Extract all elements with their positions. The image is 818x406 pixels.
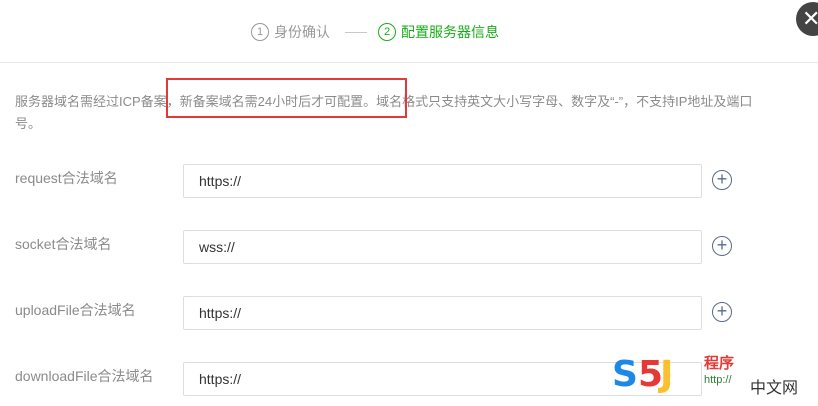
plus-icon: + <box>716 169 728 189</box>
watermark-letter: S <box>612 354 638 395</box>
add-request-domain-button[interactable]: + <box>712 170 732 190</box>
step-number-2-icon: 2 <box>378 23 396 41</box>
step-number-1-icon: 1 <box>251 23 269 41</box>
plus-icon: + <box>716 301 728 321</box>
uploadfile-domain-input[interactable]: https:// <box>183 296 702 330</box>
watermark-text: 程序 <box>704 355 735 372</box>
watermark-text: 中文网 <box>750 380 799 397</box>
watermark-logo: S 5 J 程序 http:// 中文网 <box>612 352 812 402</box>
watermark-letter: J <box>660 354 674 395</box>
step-label: 配置服务器信息 <box>401 24 499 40</box>
add-uploadfile-domain-button[interactable]: + <box>712 302 732 322</box>
field-label: uploadFile合法域名 <box>15 302 136 318</box>
field-label: request合法域名 <box>15 170 118 186</box>
step-server-config: 2 配置服务器信息 <box>378 20 499 44</box>
step-label: 身份确认 <box>274 24 330 40</box>
request-domain-input[interactable]: https:// <box>183 164 702 198</box>
highlight-box <box>166 78 407 118</box>
field-label: socket合法域名 <box>15 236 112 252</box>
add-socket-domain-button[interactable]: + <box>712 236 732 256</box>
close-icon: ✕ <box>802 6 818 31</box>
field-uploadfile-domain: uploadFile合法域名 https:// + <box>0 296 818 334</box>
socket-domain-input[interactable]: wss:// <box>183 230 702 264</box>
stepper: 1 身份确认 2 配置服务器信息 <box>0 0 818 63</box>
step-identity: 1 身份确认 <box>251 20 330 44</box>
plus-icon: + <box>716 235 728 255</box>
field-request-domain: request合法域名 https:// + <box>0 164 818 202</box>
watermark-text: http:// <box>704 374 732 386</box>
step-divider <box>345 32 367 33</box>
field-socket-domain: socket合法域名 wss:// + <box>0 230 818 268</box>
field-label: downloadFile合法域名 <box>15 368 154 384</box>
